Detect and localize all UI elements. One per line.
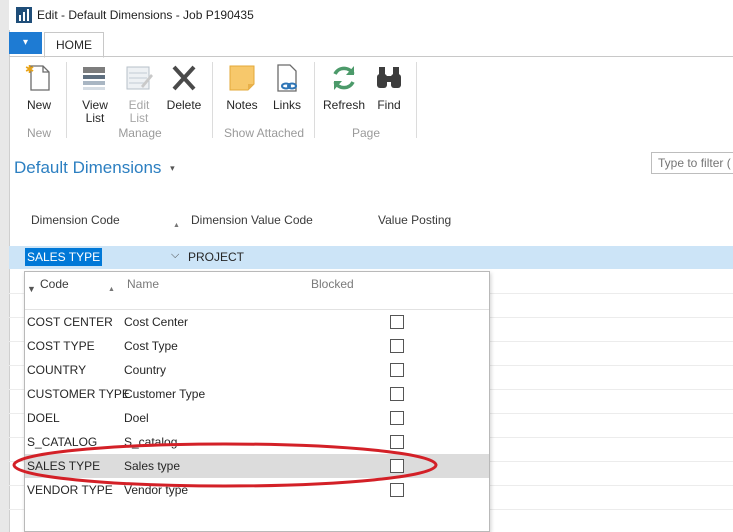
blocked-checkbox[interactable]	[390, 363, 404, 377]
group-separator	[416, 62, 417, 138]
delete-button-label: Delete	[166, 98, 202, 112]
lookup-header-code[interactable]: Code	[40, 277, 69, 291]
list-item[interactable]: COST CENTER Cost Center	[25, 310, 489, 334]
svg-text:✱: ✱	[25, 63, 34, 76]
new-button-label: New	[26, 98, 51, 112]
lookup-name: Doel	[124, 411, 149, 425]
list-item[interactable]: DOEL Doel	[25, 406, 489, 430]
page-title-text: Default Dimensions	[14, 158, 162, 177]
page-title[interactable]: Default Dimensions ▾	[14, 158, 175, 178]
edit-list-icon	[126, 66, 153, 90]
list-item[interactable]: CUSTOMER TYPE Customer Type	[25, 382, 489, 406]
refresh-button[interactable]: Refresh	[322, 62, 366, 112]
list-item[interactable]: COUNTRY Country	[25, 358, 489, 382]
links-button[interactable]: Links	[268, 62, 306, 112]
tab-home[interactable]: HOME	[44, 32, 104, 58]
edit-list-label-2: List	[129, 111, 149, 125]
dimension-code-cell[interactable]: SALES TYPE	[25, 248, 103, 266]
lookup-code: COST TYPE	[27, 339, 95, 353]
lookup-name: Cost Center	[124, 315, 189, 329]
links-icon	[277, 64, 297, 92]
page-title-caret: ▾	[170, 163, 175, 174]
blocked-checkbox[interactable]	[390, 339, 404, 353]
lookup-header-name[interactable]: Name	[127, 277, 159, 291]
view-list-label-2: List	[85, 111, 105, 125]
delete-icon	[172, 65, 196, 91]
list-item[interactable]: COST TYPE Cost Type	[25, 334, 489, 358]
chevron-down-icon[interactable]: ⌵	[171, 249, 179, 262]
group-label-new: New	[26, 126, 51, 140]
lookup-name: Cost Type	[124, 339, 178, 353]
edit-list-button[interactable]: Edit List	[122, 62, 156, 125]
group-label-page: Page	[351, 126, 381, 140]
group-separator	[314, 62, 315, 138]
annotation-oval	[12, 442, 438, 488]
filter-icon[interactable]: ▼	[27, 284, 36, 294]
find-button[interactable]: Find	[372, 62, 406, 112]
app-icon	[16, 7, 32, 23]
column-header-dimension-code[interactable]: Dimension Code	[31, 213, 120, 227]
group-label-show-attached: Show Attached	[223, 126, 305, 140]
refresh-button-label: Refresh	[322, 98, 366, 112]
notes-icon	[229, 65, 255, 91]
view-list-button[interactable]: View List	[78, 62, 112, 125]
window-title: Edit - Default Dimensions - Job P190435	[37, 8, 254, 22]
find-button-label: Find	[377, 98, 401, 112]
column-header-dimension-value-code[interactable]: Dimension Value Code	[191, 213, 313, 227]
column-header-value-posting[interactable]: Value Posting	[378, 213, 451, 227]
group-label-manage: Manage	[118, 126, 162, 140]
lookup-name: Country	[124, 363, 167, 377]
lookup-code: COUNTRY	[27, 363, 87, 377]
new-button[interactable]: ✱ New	[22, 62, 56, 112]
dimension-value-code-cell[interactable]: PROJECT	[188, 250, 244, 264]
lookup-code: CUSTOMER TYPE	[27, 387, 130, 401]
group-separator	[212, 62, 213, 138]
sort-ascending-icon: ▲	[173, 222, 180, 229]
lookup-code: DOEL	[27, 411, 60, 425]
blocked-checkbox[interactable]	[390, 387, 404, 401]
blocked-checkbox[interactable]	[390, 411, 404, 425]
lookup-code: COST CENTER	[27, 315, 113, 329]
find-icon	[377, 67, 401, 88]
delete-button[interactable]: Delete	[164, 62, 204, 112]
ribbon-divider	[9, 56, 733, 57]
file-menu-button[interactable]: ▾	[9, 32, 42, 54]
refresh-icon	[333, 66, 355, 90]
new-icon: ✱	[25, 63, 50, 91]
notes-button-label: Notes	[226, 98, 258, 112]
filter-input[interactable]	[651, 152, 733, 174]
table-row-selected[interactable]	[9, 246, 733, 269]
blocked-checkbox[interactable]	[390, 315, 404, 329]
notes-button[interactable]: Notes	[222, 62, 262, 112]
lookup-header-blocked[interactable]: Blocked	[311, 277, 354, 291]
group-separator	[66, 62, 67, 138]
view-list-icon	[83, 67, 105, 90]
sort-ascending-icon: ▲	[108, 286, 115, 293]
lookup-name: Customer Type	[124, 387, 206, 401]
links-button-label: Links	[272, 98, 301, 112]
